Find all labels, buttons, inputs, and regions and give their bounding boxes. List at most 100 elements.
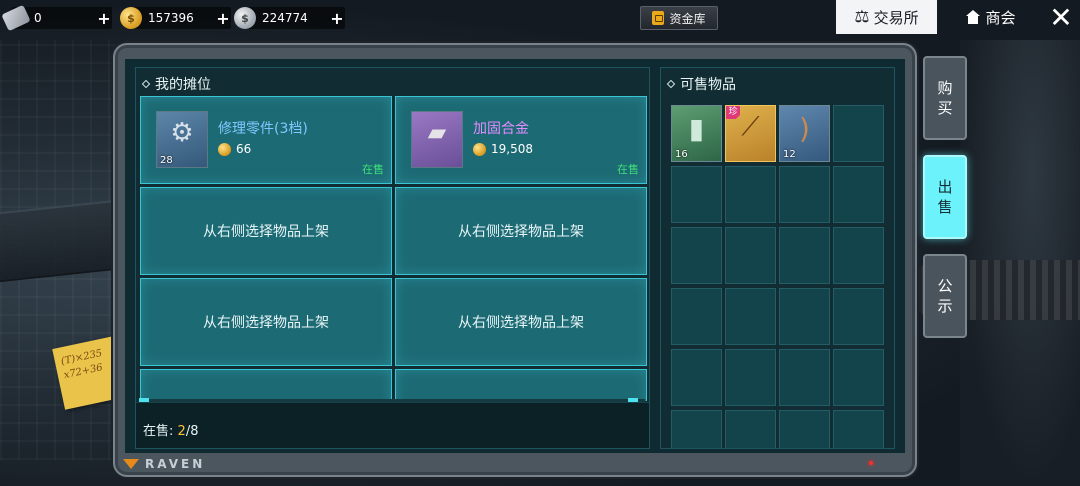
stall-slots: ⚙ 28 修理零件(3档) 66 在售 ▰ 加固合金 19,508 在售 从右侧… [140, 96, 647, 401]
diamond-icon [666, 79, 676, 89]
stall-slot-empty[interactable] [395, 369, 647, 401]
tab-guild-label: 商会 [985, 8, 1016, 27]
inventory-item-horn[interactable]: ) 12 [779, 105, 830, 162]
inventory-cell-empty[interactable] [725, 349, 776, 406]
tab-sell[interactable]: 出 售 [923, 155, 967, 239]
tab-buy-char-2: 买 [937, 99, 953, 117]
repair-parts-icon: ⚙ 28 [156, 111, 208, 168]
inventory-cell-empty[interactable] [833, 227, 884, 284]
item-quantity: 12 [783, 149, 796, 160]
close-button[interactable]: ✕ [1046, 3, 1076, 33]
inventory-cell-empty[interactable] [671, 288, 722, 345]
rifle-icon: ⟋ [741, 112, 760, 142]
tab-sell-char-1: 出 [937, 178, 953, 196]
empty-slot-hint: 从右侧选择物品上架 [203, 224, 329, 240]
item-price: 66 [218, 142, 251, 156]
sellable-title: 可售物品 [666, 74, 736, 94]
item-name: 修理零件(3档) [218, 121, 308, 137]
inventory-cell-empty[interactable] [779, 166, 830, 223]
empty-slot-hint: 从右侧选择物品上架 [203, 315, 329, 331]
inventory-cell-empty[interactable] [833, 105, 884, 162]
inventory-cell-empty[interactable] [725, 227, 776, 284]
ticket-icon [1, 4, 31, 32]
top-bar: 0 + $ 157396 + $ 224774 + 资金库 ⚖ 交易所 商会 ✕ [0, 0, 1080, 36]
stall-footer: 在售: 2/8 [136, 398, 649, 448]
scrollbar-start-cap [139, 398, 149, 402]
scrollbar[interactable] [140, 399, 645, 402]
frame-footer: RAVEN [123, 455, 205, 473]
my-stall-title: 我的摊位 [141, 74, 211, 94]
inventory-cell-empty[interactable] [833, 349, 884, 406]
on-sale-count: 2 [177, 424, 186, 439]
stall-slot-repair-parts[interactable]: ⚙ 28 修理零件(3档) 66 在售 [140, 96, 392, 184]
vault-button[interactable]: 资金库 [640, 6, 718, 30]
inventory-cell-empty[interactable] [725, 410, 776, 448]
empty-slot-hint: 从右侧选择物品上架 [458, 224, 584, 240]
silver-amount: 224774 [262, 11, 308, 25]
currency-gold: $ 157396 + [120, 7, 231, 29]
house-icon [966, 10, 981, 24]
stall-slot-reinforced-alloy[interactable]: ▰ 加固合金 19,508 在售 [395, 96, 647, 184]
inventory-cell-empty[interactable] [833, 166, 884, 223]
inventory-cell-empty[interactable] [833, 410, 884, 448]
on-sale-total: /8 [185, 424, 199, 439]
inventory-cell-empty[interactable] [833, 288, 884, 345]
inventory-item-canister[interactable]: ▮ 16 [671, 105, 722, 162]
stall-slot-empty[interactable]: 从右侧选择物品上架 [395, 278, 647, 366]
my-stall-panel: 我的摊位 ⚙ 28 修理零件(3档) 66 在售 ▰ 加固合金 19,508 在… [135, 67, 650, 449]
currency-silver: $ 224774 + [234, 7, 345, 29]
gold-coin-icon [218, 142, 231, 156]
inventory-cell-empty[interactable] [671, 227, 722, 284]
item-quantity: 16 [675, 149, 688, 160]
vault-label: 资金库 [669, 11, 706, 26]
tab-guild[interactable]: 商会 [948, 0, 1034, 34]
canister-icon: ▮ [688, 112, 705, 145]
inventory-cell-empty[interactable] [779, 410, 830, 448]
sellable-title-text: 可售物品 [680, 77, 736, 93]
inventory-cell-empty[interactable] [779, 227, 830, 284]
tab-notice[interactable]: 公 示 [923, 254, 967, 338]
my-stall-title-text: 我的摊位 [155, 77, 211, 93]
on-sale-status: 在售: 2/8 [143, 420, 198, 439]
currency-ticket: 0 + [1, 4, 112, 32]
stall-slot-empty[interactable]: 从右侧选择物品上架 [395, 187, 647, 275]
inventory-cell-empty[interactable] [671, 410, 722, 448]
add-ticket-button[interactable]: + [96, 9, 112, 28]
sticky-note-text: (T)×235 x72+36 [60, 347, 107, 383]
tab-notice-char-1: 公 [937, 277, 953, 295]
inventory-cell-empty[interactable] [671, 349, 722, 406]
alloy-plate-icon: ▰ [427, 118, 447, 146]
scrollbar-end-cap [628, 398, 638, 402]
inventory-cell-empty[interactable] [671, 166, 722, 223]
tab-exchange[interactable]: ⚖ 交易所 [836, 0, 937, 34]
gear-icon: ⚙ [170, 118, 194, 148]
diamond-icon [141, 79, 151, 89]
empty-slot-hint: 从右侧选择物品上架 [458, 315, 584, 331]
on-sale-badge: 在售 [617, 163, 639, 176]
inventory-grid: ▮ 16 珍 ⟋ ) 12 [671, 105, 887, 448]
inventory-cell-empty[interactable] [725, 288, 776, 345]
inventory-item-rifle[interactable]: 珍 ⟋ [725, 105, 776, 162]
stall-slot-empty[interactable]: 从右侧选择物品上架 [140, 187, 392, 275]
inventory-cell-empty[interactable] [779, 288, 830, 345]
status-led [869, 461, 873, 465]
item-name: 加固合金 [473, 121, 529, 137]
vault-icon [652, 11, 665, 25]
inventory-cell-empty[interactable] [779, 349, 830, 406]
ticket-amount: 0 [34, 11, 42, 25]
scale-icon: ⚖ [854, 7, 870, 27]
gold-coin-icon [473, 142, 486, 156]
item-price: 19,508 [473, 142, 533, 156]
brand-label: RAVEN [145, 457, 206, 471]
horn-icon: ) [799, 112, 810, 145]
inventory-cell-empty[interactable] [725, 166, 776, 223]
stall-slot-empty[interactable]: 从右侧选择物品上架 [140, 278, 392, 366]
add-gold-button[interactable]: + [215, 9, 231, 28]
add-silver-button[interactable]: + [329, 9, 345, 28]
tab-exchange-label: 交易所 [873, 8, 919, 27]
stall-slot-empty[interactable] [140, 369, 392, 401]
gold-amount: 157396 [148, 11, 194, 25]
item-price-value: 66 [236, 142, 252, 156]
tab-buy[interactable]: 购 买 [923, 56, 967, 140]
item-quantity: 28 [160, 155, 173, 166]
